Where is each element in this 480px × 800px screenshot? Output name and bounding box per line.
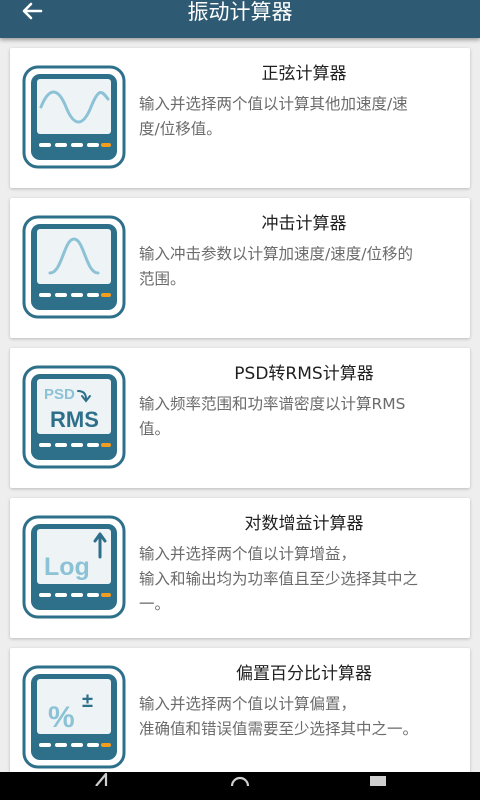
svg-text:PSD: PSD [44, 386, 75, 403]
card-title: 偏置百分比计算器 [236, 664, 372, 684]
psd-rms-calculator-icon: PSD RMS [22, 365, 126, 469]
card-description: 输入并选择两个值以计算其他加速度/速 度/位移值。 [139, 95, 408, 138]
percent-offset-calculator-icon: % ± [22, 665, 126, 769]
nav-recents-button[interactable] [358, 772, 398, 800]
calculator-card-percent-offset[interactable]: % ± 偏置百分比计算器 输入并选择两个值以计算偏置， 准确值和错误值需要至少选… [10, 648, 470, 772]
svg-text:%: % [48, 701, 75, 734]
card-title: 冲击计算器 [261, 214, 347, 234]
calculator-card-log-gain[interactable]: Log 对数增益计算器 输入并选择两个值以计算增益， 输入和输出均为功率值且至少… [10, 498, 470, 638]
calculator-card-psd-rms[interactable]: PSD RMS PSD转RMS计算器 输入频率范围和功率谱密度以计算RMS 值。 [10, 348, 470, 488]
page-title: 振动计算器 [187, 0, 293, 24]
nav-recents-icon [370, 776, 386, 786]
app-bar: 振动计算器 [0, 0, 480, 38]
card-description: 输入并选择两个值以计算偏置， 准确值和错误值需要至少选择其中之一。 [139, 695, 419, 738]
nav-back-icon [95, 772, 108, 786]
nav-back-button[interactable] [80, 772, 120, 800]
calculator-card-sine[interactable]: 正弦计算器 输入并选择两个值以计算其他加速度/速 度/位移值。 [10, 48, 470, 188]
card-title: 对数增益计算器 [244, 514, 364, 534]
system-nav-bar [0, 772, 480, 800]
shock-pulse-calculator-icon [22, 215, 126, 319]
card-description: 输入冲击参数以计算加速度/速度/位移的 范围。 [139, 245, 413, 288]
card-description: 输入频率范围和功率谱密度以计算RMS 值。 [139, 395, 406, 438]
sine-wave-calculator-icon [22, 65, 126, 169]
nav-home-icon [230, 776, 250, 786]
card-description: 输入并选择两个值以计算增益， 输入和输出均为功率值且至少选择其中之 一。 [139, 545, 419, 613]
calculator-list: 正弦计算器 输入并选择两个值以计算其他加速度/速 度/位移值。 冲击计算器 输入… [0, 38, 480, 772]
card-title: 正弦计算器 [261, 64, 347, 84]
svg-text:RMS: RMS [50, 407, 99, 432]
card-title: PSD转RMS计算器 [234, 364, 374, 384]
nav-home-button[interactable] [220, 772, 260, 800]
svg-text:Log: Log [44, 553, 90, 581]
log-gain-calculator-icon: Log [22, 515, 126, 619]
svg-text:±: ± [82, 690, 93, 712]
calculator-card-shock[interactable]: 冲击计算器 输入冲击参数以计算加速度/速度/位移的 范围。 [10, 198, 470, 338]
